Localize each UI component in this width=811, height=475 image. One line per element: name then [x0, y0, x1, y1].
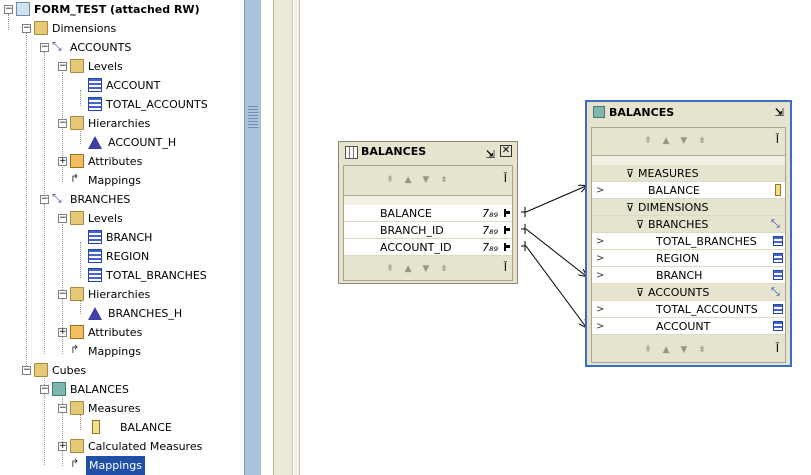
cube-icon [593, 106, 605, 118]
collapse-icon[interactable]: ⊽ [626, 199, 634, 216]
column-name: BRANCH_ID [380, 224, 444, 237]
column-name: BALANCE [380, 207, 432, 220]
target-cube-box[interactable]: BALANCES ⇲ ⇞ ▲ ▼ ⇟ Ī ⊽ MEASURES > BALANC… [585, 100, 792, 367]
level-icon [773, 304, 783, 314]
account-mapping-line [521, 245, 586, 327]
measures-section-label: MEASURES [638, 167, 699, 180]
level-icon [773, 236, 783, 246]
number-type-icon: 7₈₉ [482, 241, 498, 254]
scroll-nav-top[interactable]: ⇞ ▲ ▼ ⇟ [592, 131, 762, 151]
collapse-icon[interactable]: ⊽ [626, 165, 634, 182]
cube-measure-balance[interactable]: > BALANCE [592, 182, 785, 199]
measure-name: BALANCE [648, 184, 700, 197]
scroll-bar-icon: Ī [775, 133, 779, 146]
level-name: TOTAL_ACCOUNTS [656, 303, 758, 316]
table-column-branch-id[interactable]: BRANCH_ID 7₈₉ [344, 222, 512, 239]
cube-level-total-branches[interactable]: > TOTAL_BRANCHES [592, 233, 785, 250]
connector-port-icon[interactable] [504, 226, 510, 234]
dimensions-section[interactable]: ⊽ DIMENSIONS [592, 199, 785, 216]
level-icon [773, 253, 783, 263]
cube-level-region[interactable]: > REGION [592, 250, 785, 267]
level-icon [773, 270, 783, 280]
cube-level-branch[interactable]: > BRANCH [592, 267, 785, 284]
source-table-box[interactable]: BALANCES ⇲ ✕ ⇞ ▲ ▼ ⇟ Ī BALANCE 7₈₉ BRANC… [338, 141, 518, 284]
minimize-icon[interactable]: ⇲ [775, 102, 784, 124]
scroll-bar-icon: Ī [503, 261, 507, 274]
scroll-nav-bottom[interactable]: ⇞ ▲ ▼ ⇟ [592, 340, 762, 360]
cube-box-header[interactable]: BALANCES ⇲ [587, 102, 790, 124]
chevron-right-icon: > [596, 304, 605, 315]
level-name: REGION [656, 252, 700, 265]
scroll-nav-top[interactable]: ⇞ ▲ ▼ ⇟ [344, 170, 494, 190]
collapse-icon[interactable]: ⊽ [636, 216, 644, 233]
chevron-right-icon: > [596, 321, 605, 332]
measure-icon [775, 184, 781, 196]
accounts-group[interactable]: ⊽ ACCOUNTS ⤡ [592, 284, 785, 301]
chevron-right-icon: > [596, 253, 605, 264]
chevron-right-icon: > [596, 185, 605, 196]
chevron-right-icon: > [596, 236, 605, 247]
table-column-balance[interactable]: BALANCE 7₈₉ [344, 205, 512, 222]
table-box-header[interactable]: BALANCES ⇲ ✕ [339, 142, 517, 162]
column-name: ACCOUNT_ID [380, 241, 452, 254]
minimize-icon[interactable]: ⇲ [486, 145, 495, 165]
connector-port-icon[interactable] [504, 243, 510, 251]
scroll-bar-icon: Ī [775, 342, 779, 355]
dimension-icon: ⤡ [771, 217, 780, 230]
scroll-bar-icon: Ī [503, 172, 507, 185]
connector-port-icon[interactable] [504, 209, 510, 217]
number-type-icon: 7₈₉ [482, 207, 498, 220]
level-name: BRANCH [656, 269, 703, 282]
table-icon [345, 146, 358, 159]
dimension-icon: ⤡ [771, 285, 780, 298]
close-icon[interactable]: ✕ [500, 145, 512, 157]
measures-section[interactable]: ⊽ MEASURES [592, 165, 785, 182]
branches-group[interactable]: ⊽ BRANCHES ⤡ [592, 216, 785, 233]
cube-level-account[interactable]: > ACCOUNT [592, 318, 785, 335]
accounts-group-label: ACCOUNTS [648, 286, 710, 299]
balance-mapping-line [521, 186, 586, 213]
level-name: TOTAL_BRANCHES [656, 235, 757, 248]
branches-group-label: BRANCHES [648, 218, 709, 231]
dimensions-section-label: DIMENSIONS [638, 201, 709, 214]
level-icon [773, 321, 783, 331]
cube-box-title: BALANCES [609, 106, 675, 119]
chevron-right-icon: > [596, 270, 605, 281]
collapse-icon[interactable]: ⊽ [636, 284, 644, 301]
table-column-account-id[interactable]: ACCOUNT_ID 7₈₉ [344, 239, 512, 256]
scroll-nav-bottom[interactable]: ⇞ ▲ ▼ ⇟ [344, 259, 494, 279]
table-box-title: BALANCES [361, 145, 427, 158]
level-name: ACCOUNT [656, 320, 711, 333]
cube-level-total-accounts[interactable]: > TOTAL_ACCOUNTS [592, 301, 785, 318]
number-type-icon: 7₈₉ [482, 224, 498, 237]
